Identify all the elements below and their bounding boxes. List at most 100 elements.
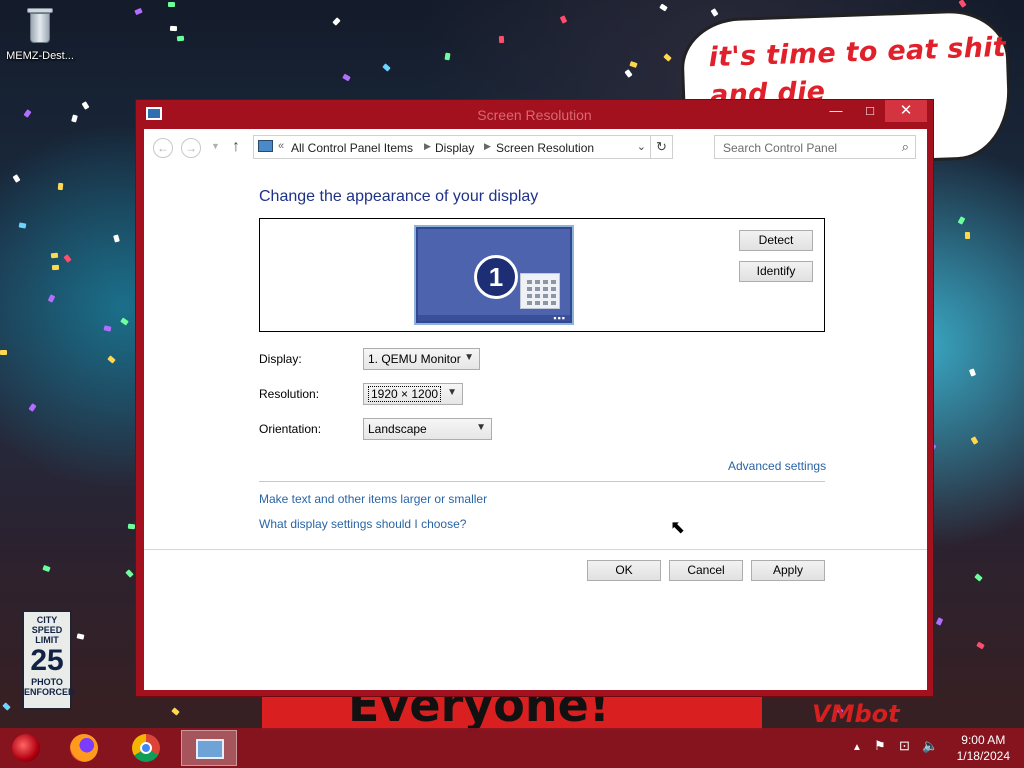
grid-cell — [527, 280, 532, 284]
confetti-piece — [974, 573, 983, 582]
advanced-settings-link[interactable]: Advanced settings — [728, 459, 826, 473]
confetti-piece — [57, 182, 64, 191]
breadcrumb-all-control-panel-items[interactable]: All Control Panel Items — [291, 141, 413, 155]
clock-date: 1/18/2024 — [956, 749, 1010, 763]
grid-cell — [535, 301, 540, 305]
orientation-select[interactable]: Landscape ▼ — [363, 418, 492, 440]
divider — [259, 481, 825, 482]
cancel-button[interactable]: Cancel — [669, 560, 743, 581]
breadcrumb-separator-icon[interactable]: ▶ — [484, 141, 491, 152]
maximize-button[interactable]: □ — [855, 100, 885, 122]
breadcrumb-separator-icon[interactable]: ▶ — [424, 141, 431, 152]
search-icon[interactable]: ⌕ — [902, 139, 909, 155]
confetti-piece — [50, 252, 59, 259]
grid-cell — [551, 280, 556, 284]
volume-muted-icon[interactable]: 🔈 — [922, 738, 938, 754]
confetti-piece — [970, 436, 979, 445]
confetti-piece — [63, 254, 72, 263]
confetti-piece — [107, 355, 116, 364]
grid-cell — [527, 287, 532, 291]
display-label: Display: — [259, 352, 302, 366]
window-title: Screen Resolution — [477, 107, 592, 123]
confetti-piece — [342, 73, 351, 82]
recycle-bin-desktop-icon[interactable]: MEMZ-Dest... — [4, 6, 76, 62]
chevron-down-icon: ▼ — [476, 422, 486, 433]
breadcrumb-screen-resolution[interactable]: Screen Resolution — [496, 141, 594, 155]
taskbar-screen-resolution[interactable] — [181, 730, 237, 766]
resolution-label: Resolution: — [259, 387, 320, 401]
identify-button[interactable]: Identify — [739, 261, 813, 282]
monitor-thumbnail-icon — [520, 273, 560, 309]
mouse-cursor-icon: ⬉ — [670, 517, 686, 537]
address-bar[interactable]: « All Control Panel Items ▶ Display ▶ Sc… — [253, 135, 673, 159]
network-icon[interactable]: ⊡ — [899, 738, 910, 754]
clock-time: 9:00 AM — [961, 733, 1006, 747]
confetti-piece — [2, 702, 11, 711]
grid-cell — [543, 301, 548, 305]
grid-cell — [551, 287, 556, 291]
ok-button[interactable]: OK — [587, 560, 661, 581]
monitor-dots-icon: ▪▪▪ — [553, 313, 566, 323]
sign-text: ENFORCED — [24, 687, 75, 697]
resolution-select[interactable]: 1920 × 1200 ▼ — [363, 383, 463, 405]
breadcrumb-display[interactable]: Display — [435, 141, 474, 155]
show-hidden-icons-chevron-icon[interactable]: ▲ — [852, 742, 862, 753]
close-button[interactable]: ✕ — [885, 100, 927, 122]
footer-divider — [144, 549, 927, 550]
display-help-link[interactable]: What display settings should I choose? — [259, 517, 466, 531]
confetti-piece — [498, 35, 505, 44]
display-preview-panel: 1 ▪▪▪ Detect Identify — [259, 218, 825, 332]
confetti-piece — [444, 52, 451, 61]
confetti-piece — [624, 69, 633, 78]
apply-button[interactable]: Apply — [751, 560, 825, 581]
confetti-piece — [134, 7, 143, 16]
grid-cell — [527, 301, 532, 305]
recent-pages-chevron-icon[interactable]: ▼ — [211, 141, 220, 151]
confetti-piece — [103, 325, 112, 332]
title-bar[interactable]: Screen Resolution — □ ✕ — [136, 100, 933, 129]
taskbar-firefox[interactable] — [58, 730, 110, 766]
chrome-icon — [132, 734, 160, 762]
breadcrumb-overflow[interactable]: « — [278, 140, 284, 152]
window-client-area: ← → ▼ ↑ « All Control Panel Items ▶ Disp… — [144, 129, 927, 690]
system-clock[interactable]: 9:00 AM 1/18/2024 — [957, 732, 1010, 764]
sign-text: PHOTO — [31, 677, 63, 687]
up-arrow-icon[interactable]: ↑ — [232, 138, 240, 156]
orientation-label: Orientation: — [259, 422, 322, 436]
confetti-piece — [12, 174, 21, 183]
sign-text: CITY — [36, 615, 58, 625]
forward-arrow-icon[interactable]: → — [181, 138, 201, 158]
wallpaper-watermark: VMbot — [812, 700, 900, 728]
confetti-piece — [169, 25, 178, 32]
monitor-1-preview[interactable]: 1 ▪▪▪ — [414, 225, 574, 325]
start-orb-icon — [12, 734, 40, 762]
grid-cell — [543, 280, 548, 284]
start-button[interactable] — [0, 730, 52, 766]
confetti-piece — [0, 350, 7, 355]
confetti-piece — [968, 368, 977, 377]
confetti-piece — [120, 317, 129, 326]
grid-cell — [543, 287, 548, 291]
confetti-piece — [51, 264, 60, 271]
action-center-flag-icon[interactable]: ⚑ — [874, 738, 886, 754]
detect-button[interactable]: Detect — [739, 230, 813, 251]
taskbar-chrome[interactable] — [120, 730, 172, 766]
display-select[interactable]: 1. QEMU Monitor ▼ — [363, 348, 480, 370]
search-input[interactable]: Search Control Panel ⌕ — [714, 135, 916, 159]
address-dropdown-chevron-icon[interactable]: ⌄ — [637, 140, 646, 153]
confetti-piece — [559, 15, 568, 24]
search-placeholder: Search Control Panel — [723, 141, 838, 155]
confetti-piece — [167, 1, 176, 8]
sign-number: 25 — [30, 644, 64, 677]
minimize-button[interactable]: — — [821, 100, 851, 122]
back-arrow-icon[interactable]: ← — [153, 138, 173, 158]
control-panel-icon — [196, 739, 224, 759]
text-size-link[interactable]: Make text and other items larger or smal… — [259, 492, 487, 506]
grid-cell — [551, 294, 556, 298]
refresh-icon[interactable]: ↻ — [650, 136, 672, 158]
sign-text: SPEED — [31, 625, 63, 635]
confetti-piece — [958, 0, 967, 8]
monitor-taskbar-graphic — [418, 315, 570, 321]
confetti-piece — [382, 63, 391, 72]
confetti-piece — [18, 222, 27, 229]
